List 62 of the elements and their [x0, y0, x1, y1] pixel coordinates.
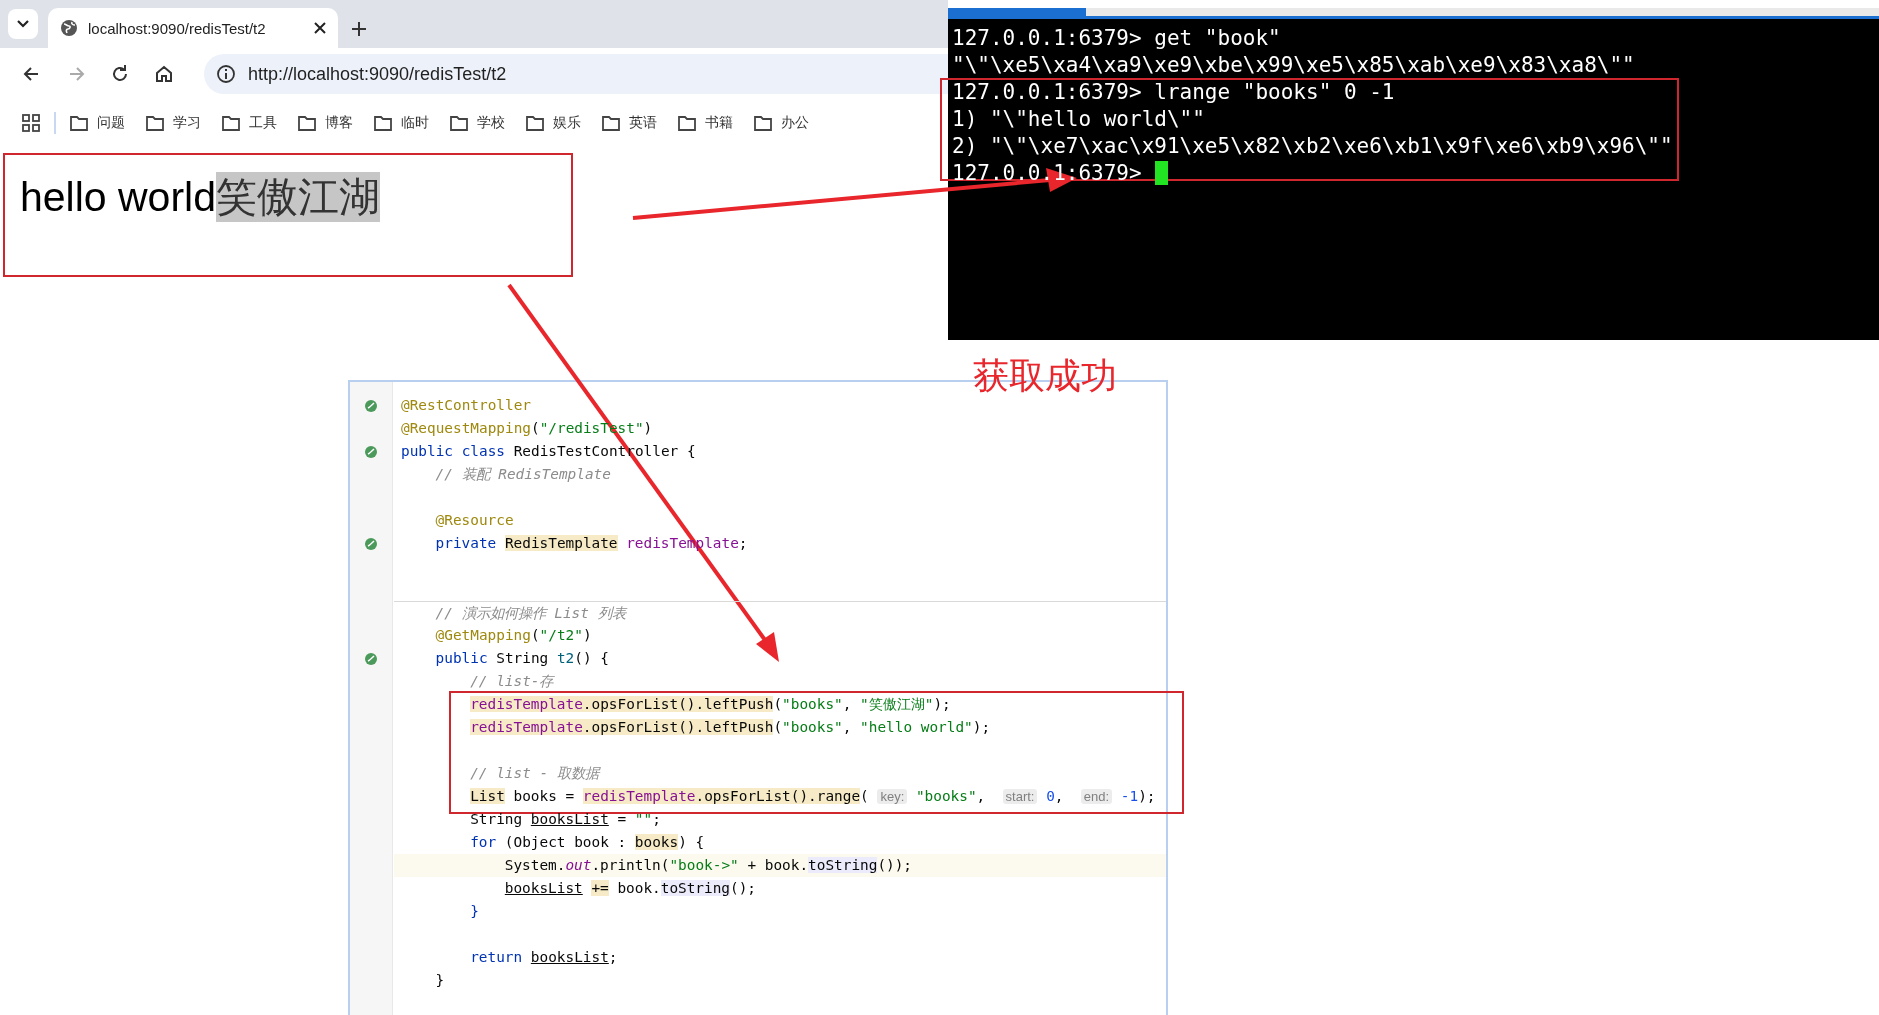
new-tab-icon[interactable]: [352, 22, 366, 36]
chevron-down-icon: [16, 19, 30, 29]
code-line: // 装配 RedisTemplate: [434, 465, 612, 484]
bookmark-link[interactable]: 博客: [298, 114, 353, 132]
code-line: @Resource: [434, 511, 515, 530]
bookmark-link[interactable]: 学习: [146, 114, 201, 132]
code-line: return booksList;: [469, 948, 619, 967]
code-line: for (Object book : books) {: [469, 833, 706, 852]
terminal-line: 2) "\"\xe7\xac\x91\xe5\x82\xb2\xe6\xb1\x9f\xe6\xb9\x96\"": [952, 133, 1673, 158]
code-line: @GetMapping("/t2"): [434, 626, 593, 645]
terminal-line: 127.0.0.1:6379> get "book": [952, 25, 1281, 50]
folder-icon: [450, 115, 468, 131]
folder-icon: [754, 115, 772, 131]
terminal-line: 127.0.0.1:6379> lrange "books" 0 -1: [952, 79, 1395, 104]
close-icon[interactable]: [314, 22, 326, 34]
selected-text: 笑傲江湖: [216, 172, 380, 222]
code-line: // list-存: [469, 672, 556, 691]
page-text: hello world: [20, 173, 216, 222]
address-bar[interactable]: http://localhost:9090/redisTest/t2: [204, 54, 948, 94]
code-line: // 演示如何操作 List 列表: [394, 601, 1166, 624]
bookmark-link[interactable]: 工具: [222, 114, 277, 132]
folder-icon: [678, 115, 696, 131]
folder-icon: [70, 115, 88, 131]
code-line: // list - 取数据: [469, 764, 602, 783]
globe-icon: [60, 19, 78, 37]
folder-icon: [374, 115, 392, 131]
code-line: booksList += book.toString();: [503, 879, 758, 898]
browser-tab[interactable]: localhost:9090/redisTest/t2: [48, 8, 338, 48]
tab-title: localhost:9090/redisTest/t2: [88, 19, 267, 37]
code-line: public String t2() {: [434, 649, 610, 668]
bookmark-link[interactable]: 娱乐: [526, 114, 581, 132]
code-line: }: [469, 902, 480, 921]
code-line: redisTemplate.opsForList().leftPush("books", "hello world");: [469, 718, 992, 737]
bookmark-link[interactable]: 办公: [754, 114, 809, 132]
folder-icon: [146, 115, 164, 131]
folder-icon: [298, 115, 316, 131]
folder-icon: [222, 115, 240, 131]
bookmark-link[interactable]: 临时: [374, 114, 429, 132]
terminal-line: "\"\xe5\xa4\xa9\xe9\xbe\x99\xe5\x85\xab\xe9\x83\xa8\"": [952, 52, 1635, 77]
bean-icon[interactable]: [364, 444, 378, 459]
bean-icon[interactable]: [364, 398, 378, 413]
bookmark-link[interactable]: 问题: [70, 114, 125, 132]
tab-list-button[interactable]: [8, 9, 38, 39]
url-text: http://localhost:9090/redisTest/t2: [248, 63, 507, 85]
code-line: List books = redisTemplate.opsForList().range( key: "books", start: 0, end: -1);: [469, 787, 1157, 806]
terminal-line: 1) "\"hello world\"": [952, 106, 1205, 131]
code-line: @RestController: [400, 396, 532, 415]
bean-icon[interactable]: [364, 651, 378, 666]
reload-icon: [110, 64, 130, 84]
home-icon: [154, 64, 174, 84]
caption: 获取成功: [973, 354, 1117, 398]
info-icon[interactable]: [216, 64, 236, 84]
code-line: }: [434, 971, 446, 990]
code-line: String booksList = "";: [469, 810, 662, 829]
folder-icon: [526, 115, 544, 131]
bookmark-link[interactable]: 英语: [602, 114, 657, 132]
code-line: redisTemplate.opsForList().leftPush("books", "笑傲江湖");: [469, 695, 952, 714]
bookmark-link[interactable]: 学校: [450, 114, 505, 132]
bean-icon[interactable]: [364, 536, 378, 551]
apps-icon[interactable]: [22, 114, 40, 132]
bookmark-link[interactable]: 书籍: [678, 114, 733, 132]
folder-icon: [602, 115, 620, 131]
